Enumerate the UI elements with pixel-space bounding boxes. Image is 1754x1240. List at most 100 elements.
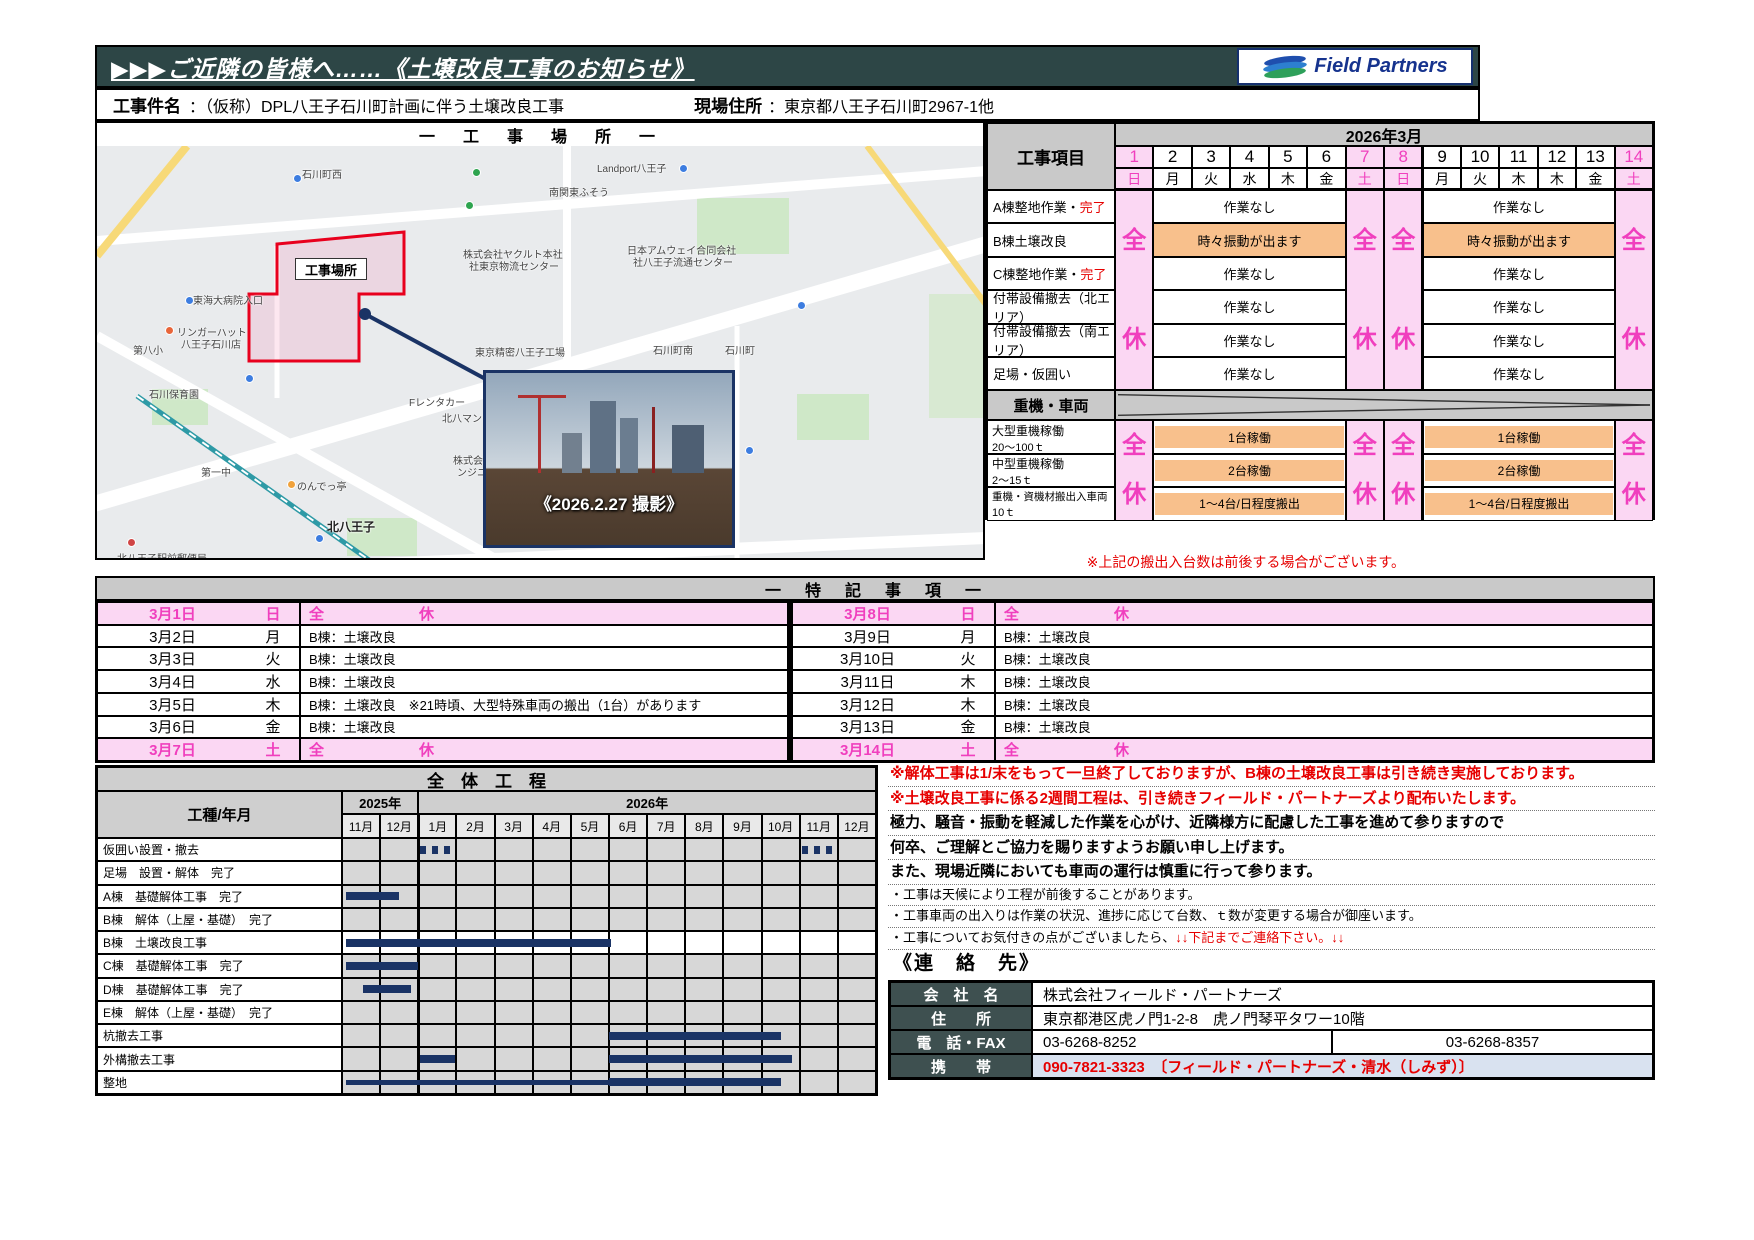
- gantt-grid-cell: [647, 908, 685, 931]
- calendar-day-weekday: 金: [1576, 168, 1614, 190]
- tokki-date-cell: 3月1日日: [97, 602, 300, 625]
- gantt-grid-cell: [609, 885, 647, 908]
- tokki-content-cell: B棟：土壌改良: [300, 625, 788, 648]
- gantt-grid-cell: [762, 1001, 800, 1024]
- gantt-grid-cell: [723, 908, 761, 931]
- calendar-work-span: 時々振動が出ます: [1422, 223, 1614, 256]
- map-marker-icon: [797, 301, 806, 310]
- calendar-row-label: 付帯設備撤去（北エリア）: [987, 290, 1115, 323]
- calendar-holiday-column: 全休: [1384, 190, 1422, 390]
- gantt-grid-cell: [800, 1047, 838, 1070]
- gantt-row-label: 整地: [97, 1071, 342, 1094]
- page-title: ▶▶▶ご近隣の皆様へ……《土壌改良工事のお知らせ》: [97, 50, 695, 84]
- tokki-content-cell: B棟：土壌改良: [300, 647, 788, 670]
- calendar-row-label: C棟整地作業・完了: [987, 257, 1115, 290]
- tokki-date-cell: 3月5日木: [97, 693, 300, 716]
- calendar-work-span: 作業なし: [1153, 190, 1345, 223]
- gantt-grid-cell: [723, 978, 761, 1001]
- calendar-day-number: 8: [1384, 146, 1422, 168]
- calendar-day-weekday: 木: [1499, 168, 1537, 190]
- calendar-day-weekday: 水: [1230, 168, 1268, 190]
- gantt-grid-cell: [762, 861, 800, 884]
- gantt-grid-cell: [723, 931, 761, 954]
- gantt-grid-cell: [647, 838, 685, 861]
- map-place-label: 北八王子: [327, 518, 375, 535]
- gantt-grid-cell: [495, 978, 533, 1001]
- calendar-work-span: 作業なし: [1422, 257, 1614, 290]
- gantt-grid-cell: [838, 861, 876, 884]
- calendar-work-span: 作業なし: [1422, 357, 1614, 390]
- gantt-grid-cell: [800, 861, 838, 884]
- contact-fax: 03-6268-8357: [1332, 1030, 1653, 1054]
- tokki-content-cell: 全 休: [995, 738, 1653, 761]
- gantt-grid-cell: [800, 954, 838, 977]
- calendar-row-label: B棟土壌改良: [987, 223, 1115, 256]
- map-place-label: 社八王子流通センター: [633, 254, 733, 269]
- gantt-grid-cell: [456, 978, 494, 1001]
- map-place-label: 東海大病院入口: [193, 292, 263, 307]
- gantt-grid-cell: [762, 978, 800, 1001]
- gantt-row-label: 足場 設置・解体 完了: [97, 861, 342, 884]
- calendar-day-number: 14: [1615, 146, 1653, 168]
- tokki-content-cell: B棟：土壌改良: [995, 647, 1653, 670]
- map-marker-icon: [245, 374, 254, 383]
- gantt-grid-cell: [685, 838, 723, 861]
- gantt-bar: [609, 1055, 792, 1063]
- calendar-holiday-column: 全休: [1346, 420, 1384, 520]
- gantt-grid-cell: [418, 1024, 456, 1047]
- machinery-span-bg: 1台稼働: [1422, 420, 1614, 453]
- tokki-content-cell: B棟：土壌改良 ※21時頃、大型特殊車両の搬出（1台）があります: [300, 693, 788, 716]
- map-section-title: 一 工 事 場 所 一: [97, 123, 983, 146]
- tokki-date-cell: 3月13日金: [792, 716, 995, 739]
- machinery-span: 2台稼働: [1425, 460, 1612, 481]
- gantt-grid-cell: [723, 885, 761, 908]
- gantt-grid-cell: [685, 954, 723, 977]
- gantt-grid-cell: [762, 931, 800, 954]
- tokki-content-cell: B棟：土壌改良: [300, 670, 788, 693]
- tokki-date-cell: 3月11日木: [792, 670, 995, 693]
- note-line: ・工事についてお気付きの点がございましたら、↓↓下記までご連絡下さい。↓↓: [888, 928, 1655, 950]
- calendar-holiday-column: 全休: [1384, 420, 1422, 520]
- calendar-holiday-column: 全休: [1115, 420, 1153, 520]
- gantt-grid-cell: [838, 1071, 876, 1094]
- calendar-item-header: 工事項目: [987, 123, 1115, 190]
- gantt-grid-cell: [456, 1001, 494, 1024]
- gantt-grid-cell: [838, 931, 876, 954]
- gantt-grid-cell: [533, 1047, 571, 1070]
- calendar-day-number: 9: [1422, 146, 1460, 168]
- gantt-grid-cell: [685, 931, 723, 954]
- gantt-grid-cell: [800, 1071, 838, 1094]
- gantt-grid-cell: [838, 838, 876, 861]
- gantt-row-label: 仮囲い設置・撤去: [97, 838, 342, 861]
- gantt-month: 10月: [762, 814, 800, 838]
- contact-value: 株式会社フィールド・パートナーズ: [1032, 982, 1653, 1006]
- gantt-grid-cell: [456, 1047, 494, 1070]
- map-marker-icon: [293, 174, 302, 183]
- gantt-grid-cell: [418, 908, 456, 931]
- special-notes-title: 一 特 記 事 項 一: [95, 576, 1655, 601]
- gantt-grid-cell: [609, 931, 647, 954]
- machinery-span: 1～4台/日程度搬出: [1155, 493, 1343, 514]
- gantt-grid-cell: [342, 1047, 380, 1070]
- map-marker-icon: [185, 296, 194, 305]
- calendar-day-weekday: 土: [1615, 168, 1653, 190]
- gantt-grid-cell: [456, 885, 494, 908]
- calendar-day-weekday: 月: [1422, 168, 1460, 190]
- gantt-grid-cell: [456, 954, 494, 977]
- gantt-grid-cell: [685, 978, 723, 1001]
- calendar-footnote: ※上記の搬出入台数は前後する場合がございます。: [985, 552, 1405, 572]
- tokki-content-cell: 全 休: [300, 738, 788, 761]
- tokki-date-cell: 3月9日月: [792, 625, 995, 648]
- work-calendar-table: 工事項目2026年3月1日2月3火4水5木6金7土8日9月10火11木12木13…: [985, 121, 1655, 520]
- calendar-day-weekday: 日: [1115, 168, 1153, 190]
- gantt-year: 2025年: [342, 791, 418, 814]
- gantt-grid-cell: [571, 908, 609, 931]
- gantt-grid-cell: [838, 1024, 876, 1047]
- gantt-row-label: A棟 基礎解体工事 完了: [97, 885, 342, 908]
- gantt-grid-cell: [533, 861, 571, 884]
- contact-label: 携 帯: [890, 1054, 1032, 1078]
- gantt-grid-cell: [838, 908, 876, 931]
- gantt-grid-cell: [723, 861, 761, 884]
- gantt-grid-cell: [533, 908, 571, 931]
- map-place-label: 第一中: [201, 464, 231, 479]
